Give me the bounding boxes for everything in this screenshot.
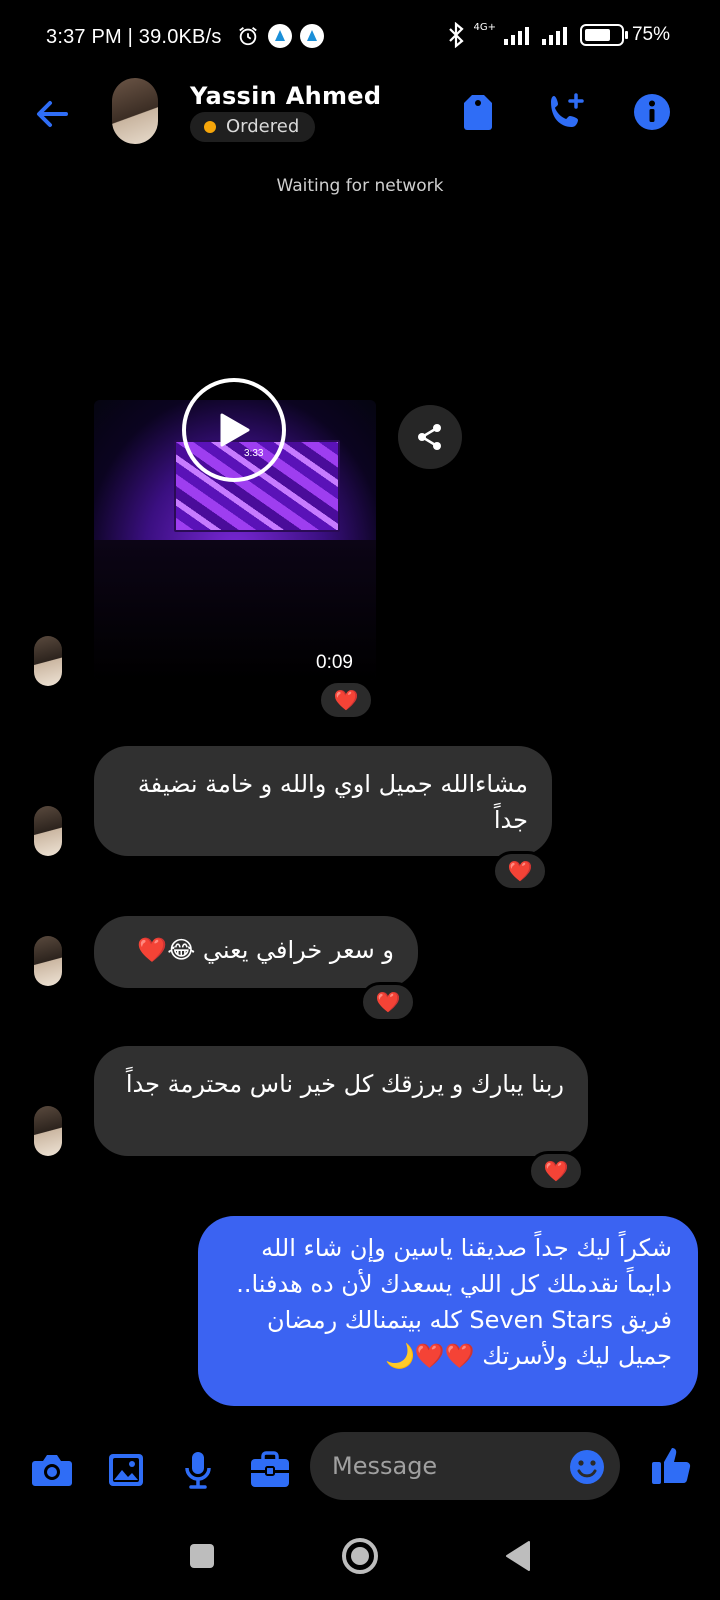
back-nav-button[interactable]	[498, 1536, 538, 1576]
status-time-speed: 3:37 PM | 39.0KB/s	[46, 26, 222, 48]
order-status-label: Ordered	[226, 116, 300, 137]
sender-avatar[interactable]	[34, 936, 62, 986]
status-right-icons: 4G+ 75%	[447, 22, 670, 48]
recents-icon	[190, 1544, 214, 1568]
message-text: ربنا يبارك و يرزقك كل خير ناس محترمة جدا…	[125, 1070, 564, 1098]
message-bubble-outgoing[interactable]: شكراً ليك جداً صديقنا ياسين وإن شاء الله…	[198, 1216, 698, 1406]
emoji-icon	[570, 1450, 604, 1484]
signal-icon	[503, 27, 529, 45]
message-text: و سعر خرافي يعني 😂❤️	[137, 936, 394, 964]
alarm-icon	[236, 24, 260, 48]
reaction-emoji: ❤️	[543, 1159, 569, 1183]
reaction-heart[interactable]: ❤️	[492, 851, 548, 891]
reaction-heart[interactable]: ❤️	[528, 1151, 584, 1191]
chat-header: Yassin Ahmed Ordered	[0, 78, 720, 168]
notification-app-icon	[268, 24, 292, 48]
microphone-button[interactable]	[176, 1450, 220, 1490]
add-call-icon	[551, 93, 584, 127]
battery-percent: 75%	[631, 24, 670, 45]
gallery-icon	[109, 1454, 143, 1486]
message-text: شكراً ليك جداً صديقنا ياسين وإن شاء الله…	[236, 1234, 672, 1370]
message-bubble-incoming[interactable]: ربنا يبارك و يرزقك كل خير ناس محترمة جدا…	[94, 1046, 588, 1156]
contact-name[interactable]: Yassin Ahmed	[190, 82, 381, 110]
microphone-icon	[185, 1452, 211, 1489]
message-bubble-incoming[interactable]: و سعر خرافي يعني 😂❤️	[94, 916, 418, 988]
status-dot	[204, 121, 216, 133]
home-button[interactable]	[340, 1536, 380, 1576]
message-composer	[0, 1420, 720, 1516]
message-text: مشاءالله جميل اوي والله و خامة نضيفة جدا…	[137, 770, 528, 834]
network-notice: Waiting for network	[276, 176, 444, 196]
notification-app-icon	[300, 24, 324, 48]
back-arrow-icon	[37, 101, 68, 127]
reaction-emoji: ❤️	[375, 990, 401, 1014]
sender-avatar[interactable]	[34, 806, 62, 856]
system-navigation-bar	[0, 1516, 720, 1600]
info-icon	[634, 94, 670, 130]
share-icon	[418, 424, 441, 450]
video-duration: 0:09	[316, 652, 353, 673]
message-bubble-incoming[interactable]: مشاءالله جميل اوي والله و خامة نضيفة جدا…	[94, 746, 552, 856]
status-notification-icons	[236, 24, 324, 48]
like-button[interactable]	[650, 1444, 696, 1490]
emoji-button[interactable]	[568, 1448, 606, 1486]
sender-avatar[interactable]	[34, 636, 62, 686]
reaction-heart[interactable]: ❤️	[360, 982, 416, 1022]
recents-button[interactable]	[182, 1536, 222, 1576]
play-button[interactable]	[182, 378, 286, 482]
back-triangle-icon	[506, 1541, 530, 1571]
tag-icon	[464, 95, 492, 130]
reaction-emoji: ❤️	[333, 688, 359, 712]
sender-avatar[interactable]	[34, 1106, 62, 1156]
info-button[interactable]	[630, 90, 674, 134]
briefcase-icon	[251, 1451, 289, 1487]
home-icon	[342, 1538, 378, 1574]
tag-button[interactable]	[456, 90, 500, 134]
contact-avatar[interactable]	[112, 78, 158, 144]
reaction-emoji: ❤️	[507, 859, 533, 883]
signal-icon	[541, 27, 567, 45]
back-button[interactable]	[30, 92, 74, 136]
bluetooth-icon	[449, 22, 465, 48]
camera-icon	[32, 1455, 72, 1486]
business-tools-button[interactable]	[248, 1450, 292, 1490]
order-status-badge[interactable]: Ordered	[190, 112, 316, 142]
gallery-button[interactable]	[104, 1450, 148, 1490]
status-bar: 3:37 PM | 39.0KB/s 4G+ 75%	[0, 0, 720, 78]
camera-button[interactable]	[30, 1450, 74, 1490]
thumbs-up-icon	[652, 1448, 691, 1484]
battery-icon	[579, 24, 628, 46]
network-type: 4G+	[473, 21, 496, 33]
reaction-heart[interactable]: ❤️	[318, 680, 374, 720]
share-button[interactable]	[398, 405, 462, 469]
play-icon	[220, 413, 250, 447]
add-call-button[interactable]	[544, 90, 588, 134]
